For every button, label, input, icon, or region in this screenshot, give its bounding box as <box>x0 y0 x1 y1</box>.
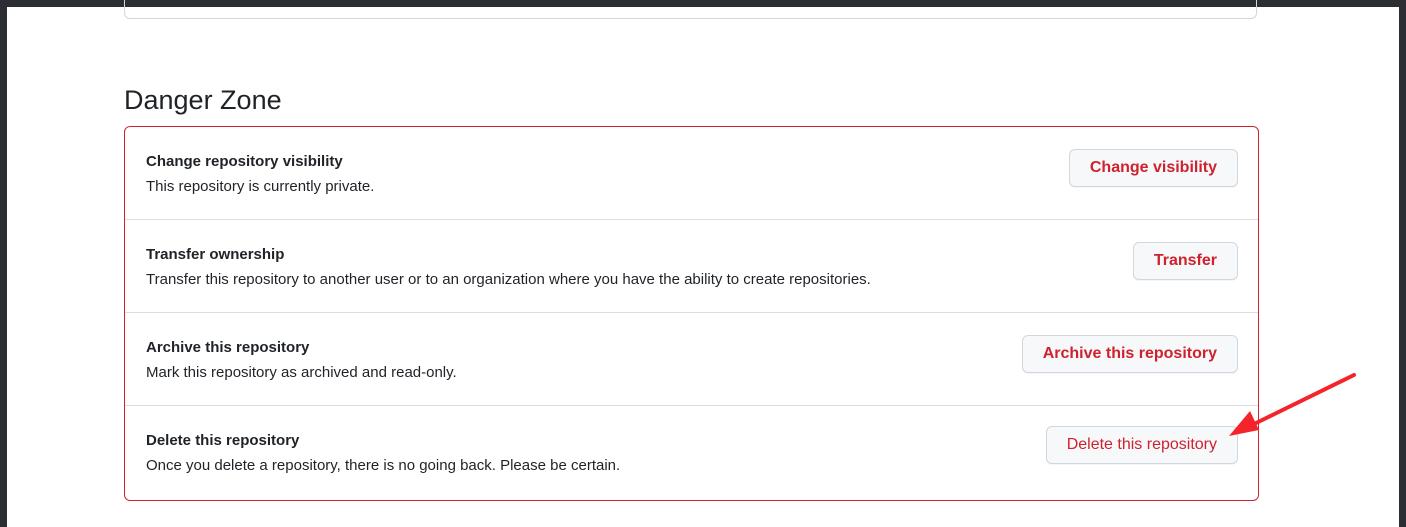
row-title: Delete this repository <box>146 432 300 449</box>
danger-row-change-visibility: Change repository visibility This reposi… <box>125 127 1258 220</box>
row-title: Archive this repository <box>146 339 310 356</box>
change-visibility-button[interactable]: Change visibility <box>1068 149 1238 187</box>
archive-repository-button[interactable]: Archive this repository <box>1021 335 1238 373</box>
danger-zone-title: Danger Zone <box>124 85 282 115</box>
row-description: Transfer this repository to another user… <box>146 271 871 288</box>
row-description: This repository is currently private. <box>146 178 375 195</box>
danger-row-archive: Archive this repository Mark this reposi… <box>125 313 1258 406</box>
settings-page: Danger Zone Change repository visibility… <box>7 0 1399 527</box>
row-title: Change repository visibility <box>146 153 343 170</box>
danger-zone-box: Change repository visibility This reposi… <box>124 126 1259 501</box>
danger-row-delete: Delete this repository Once you delete a… <box>125 406 1258 499</box>
row-description: Mark this repository as archived and rea… <box>146 364 457 381</box>
danger-row-transfer: Transfer ownership Transfer this reposit… <box>125 220 1258 313</box>
delete-repository-button[interactable]: Delete this repository <box>1045 426 1238 464</box>
transfer-button[interactable]: Transfer <box>1132 242 1238 280</box>
previous-settings-box <box>124 0 1257 19</box>
row-title: Transfer ownership <box>146 246 285 263</box>
row-description: Once you delete a repository, there is n… <box>146 457 621 474</box>
